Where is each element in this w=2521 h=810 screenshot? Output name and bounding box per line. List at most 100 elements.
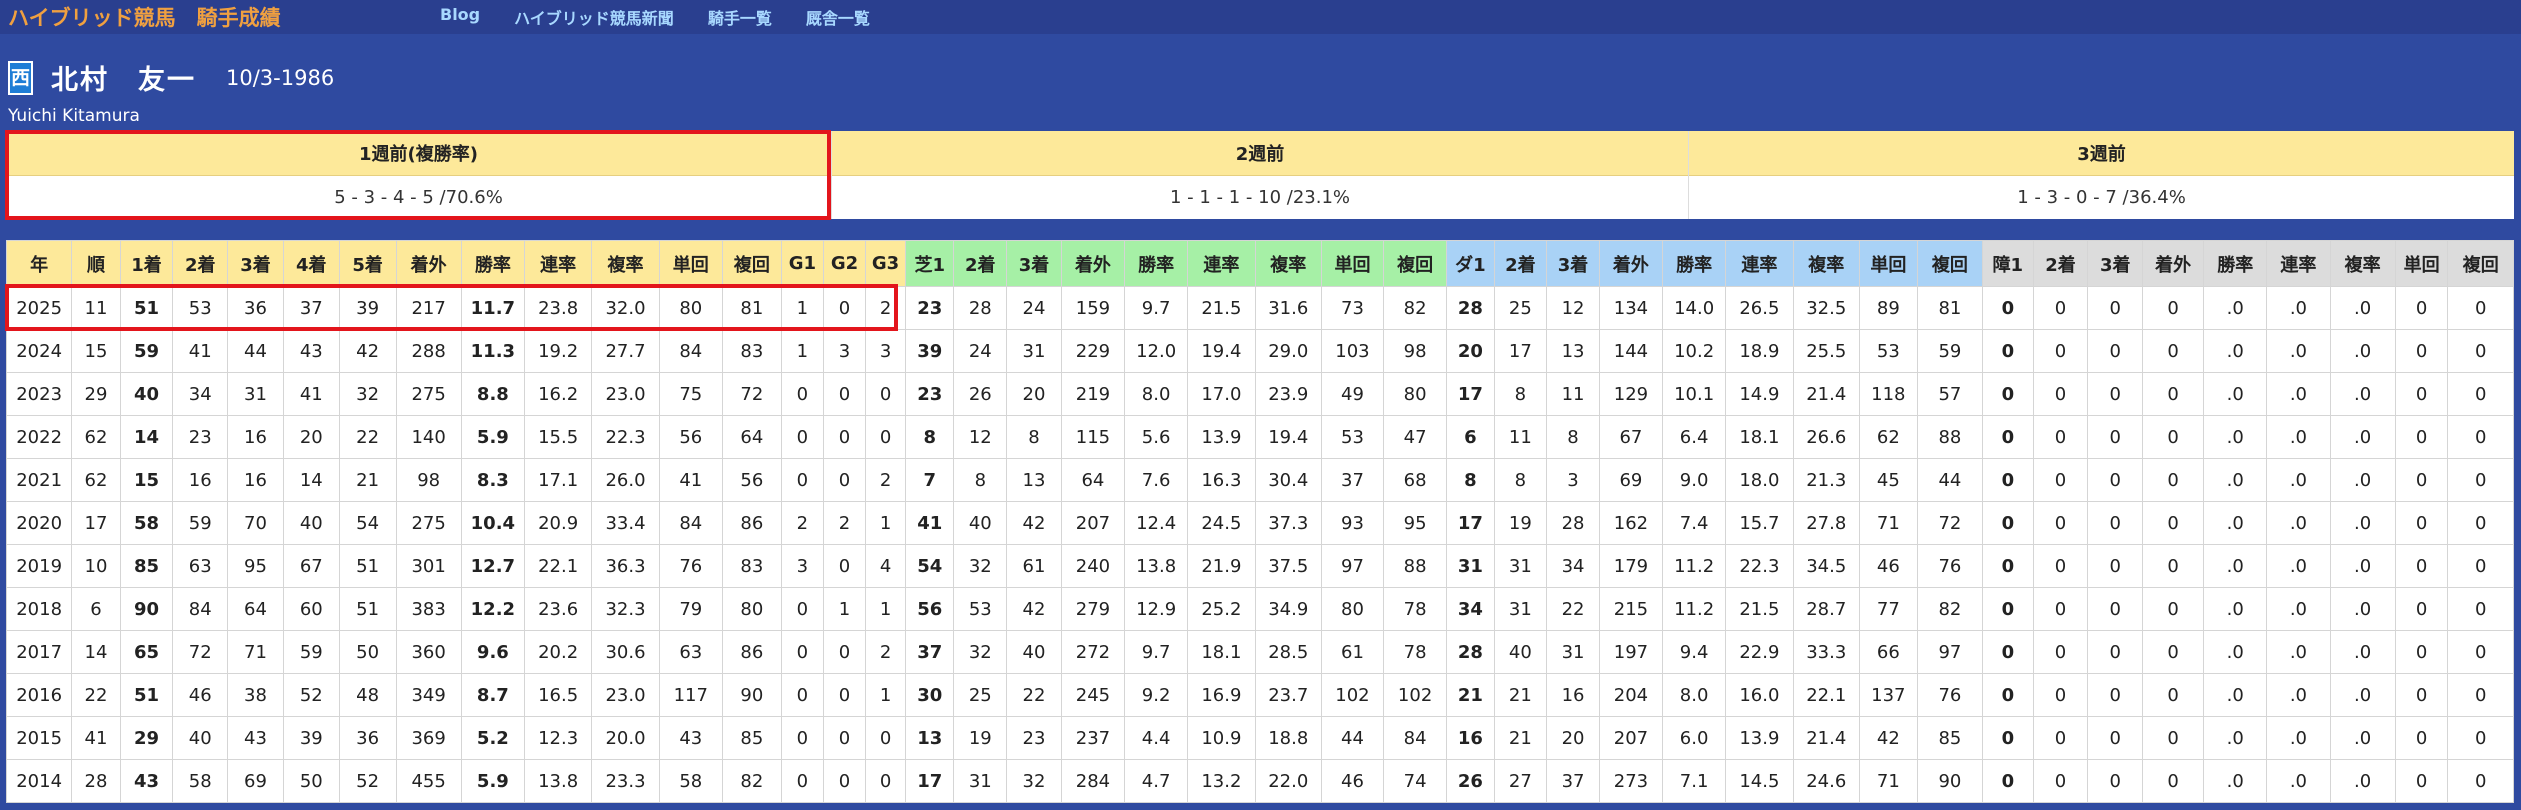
table-cell: 6.0 — [1662, 716, 1727, 760]
table-cell: 0 — [2447, 544, 2514, 588]
table-cell: 6 — [71, 587, 121, 631]
table-cell: 0 — [1982, 372, 2034, 416]
table-cell: 0 — [2447, 372, 2514, 416]
table-cell: 28 — [953, 286, 1008, 330]
table-cell: 17 — [1493, 329, 1548, 373]
nav-newspaper-link[interactable]: ハイブリッド競馬新聞 — [514, 5, 674, 29]
table-cell: 17 — [1446, 501, 1495, 545]
table-cell: 34.9 — [1254, 587, 1322, 631]
table-cell: 98 — [395, 458, 462, 502]
table-cell: 59 — [282, 630, 340, 674]
nav-blog-link[interactable]: Blog — [440, 5, 480, 29]
table-cell: 19.2 — [523, 329, 593, 373]
table-cell: 21 — [1493, 716, 1548, 760]
table-cell: 22 — [1546, 587, 1600, 631]
table-cell: 0 — [822, 372, 867, 416]
table-cell: 0 — [2032, 673, 2089, 717]
nav-stable-list-link[interactable]: 厩舎一覧 — [806, 5, 870, 29]
table-cell: 18.8 — [1254, 716, 1322, 760]
table-cell: 85 — [1916, 716, 1984, 760]
week-2-value: 1 - 1 - 1 - 10 /23.1% — [1169, 187, 1351, 208]
table-cell: 84 — [1383, 716, 1448, 760]
table-cell: .0 — [2266, 587, 2331, 631]
table-cell: 0 — [2447, 759, 2514, 803]
table-cell: .0 — [2203, 673, 2268, 717]
table-cell: 46 — [1858, 544, 1918, 588]
table-cell: 25 — [953, 673, 1008, 717]
table-cell: 56 — [905, 587, 955, 631]
table-cell: .0 — [2266, 501, 2331, 545]
table-cell: 32 — [1006, 759, 1062, 803]
nav-jockey-list-link[interactable]: 騎手一覧 — [708, 5, 772, 29]
table-cell: 62 — [71, 458, 121, 502]
table-cell: 53 — [1320, 415, 1385, 459]
table-cell: 12.7 — [460, 544, 525, 588]
site-title[interactable]: ハイブリッド競馬 騎手成績 — [8, 2, 428, 32]
year-cell: 2024 — [5, 329, 73, 373]
table-cell: 21.4 — [1792, 372, 1860, 416]
table-cell: 20 — [282, 415, 340, 459]
table-cell: 16 — [227, 415, 284, 459]
table-cell: 62 — [1858, 415, 1918, 459]
table-cell: 56 — [658, 415, 723, 459]
table-cell: 237 — [1060, 716, 1126, 760]
table-cell: 29 — [71, 372, 121, 416]
table-cell: 0 — [2394, 415, 2449, 459]
yearly-stats-table: 年順 1着 2着 3着 4着 5着 着外 勝率 連率 複率 単回 複回 G1 G2 G3 芝1 2着 3着 着外 勝率… — [5, 240, 2514, 803]
column-header: 年 — [5, 240, 73, 287]
table-cell: 455 — [395, 759, 462, 803]
column-header: 勝率 — [2203, 240, 2268, 287]
table-cell: 0 — [780, 759, 824, 803]
jockey-roman-name: Yuichi Kitamura — [8, 106, 140, 126]
recent-weeks-table: 1週前(複勝率) 5 - 3 - 4 - 5 /70.6% 2週前 1 - 1 … — [6, 131, 2514, 219]
column-header: 連率 — [1187, 240, 1256, 287]
table-cell: 0 — [2394, 372, 2449, 416]
table-cell: 42 — [1006, 501, 1062, 545]
table-cell: .0 — [2329, 759, 2396, 803]
table-cell: 8.8 — [460, 372, 525, 416]
table-cell: 28 — [1446, 630, 1495, 674]
table-cell: 0 — [822, 544, 867, 588]
column-header: G2 — [822, 240, 867, 287]
table-cell: 42 — [338, 329, 397, 373]
column-header: 4着 — [282, 240, 340, 287]
table-cell: 39 — [905, 329, 955, 373]
table-cell: 33.4 — [591, 501, 660, 545]
table-cell: 0 — [1982, 673, 2034, 717]
table-cell: 12.9 — [1124, 587, 1189, 631]
table-cell: .0 — [2266, 630, 2331, 674]
table-cell: 118 — [1858, 372, 1918, 416]
table-cell: .0 — [2203, 329, 2268, 373]
table-cell: 0 — [822, 286, 867, 330]
table-cell: 0 — [2032, 372, 2089, 416]
table-cell: 0 — [1982, 630, 2034, 674]
table-cell: 11.3 — [460, 329, 525, 373]
table-cell: 84 — [658, 501, 723, 545]
table-cell: .0 — [2266, 286, 2331, 330]
table-cell: 144 — [1598, 329, 1664, 373]
table-cell: 72 — [1916, 501, 1984, 545]
table-row: 2018 6 90 84 64 60 51 383 12.2 23.6 32.3 79 80 0 1 1 56 5… — [5, 587, 2514, 631]
table-cell: 0 — [822, 716, 867, 760]
table-cell: 1 — [780, 286, 824, 330]
table-cell: 32.5 — [1792, 286, 1860, 330]
table-cell: 64 — [1060, 458, 1126, 502]
table-cell: 23 — [1006, 716, 1062, 760]
table-cell: 3 — [780, 544, 824, 588]
table-cell: 0 — [2447, 286, 2514, 330]
table-cell: 13 — [1006, 458, 1062, 502]
table-cell: 204 — [1598, 673, 1664, 717]
table-cell: 21.9 — [1187, 544, 1256, 588]
table-cell: 31.6 — [1254, 286, 1322, 330]
table-cell: 90 — [1916, 759, 1984, 803]
table-cell: 32 — [953, 544, 1008, 588]
table-cell: .0 — [2266, 759, 2331, 803]
table-cell: 12 — [1546, 286, 1600, 330]
column-header: ダ1 — [1446, 240, 1495, 287]
table-cell: .0 — [2266, 544, 2331, 588]
table-cell: 20 — [1546, 716, 1600, 760]
column-header: 着外 — [395, 240, 462, 287]
table-cell: 86 — [721, 501, 782, 545]
table-cell: 19 — [1493, 501, 1548, 545]
table-cell: 58 — [119, 501, 174, 545]
